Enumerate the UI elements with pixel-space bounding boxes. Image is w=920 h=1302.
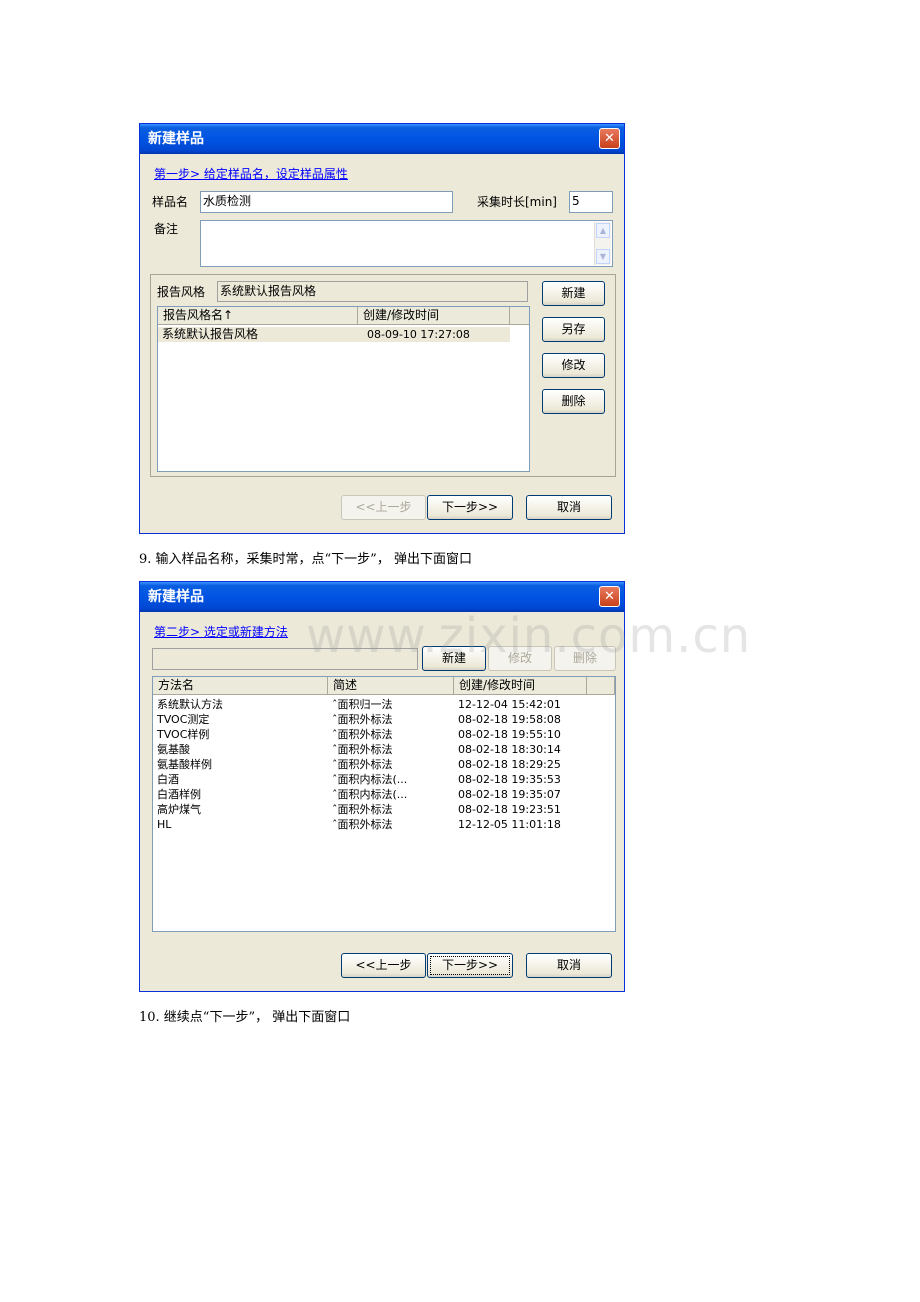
method-name-cell: 高炉煤气 xyxy=(157,803,201,816)
report-style-label: 报告风格 xyxy=(157,285,206,299)
description-cell: ˆ面积内标法(... xyxy=(332,773,408,786)
time-cell: 08-02-18 19:23:51 xyxy=(458,803,561,816)
method-list[interactable]: 方法名 简述 创建/修改时间 系统默认方法 ˆ面积归一法 12-12-04 15:4… xyxy=(152,676,616,932)
column-header-modified-time[interactable]: 创建/修改时间 xyxy=(358,307,510,325)
list-item[interactable]: 高炉煤气 ˆ面积外标法 08-02-18 19:23:51 xyxy=(153,802,587,817)
description-cell: ˆ面积外标法 xyxy=(332,743,393,756)
report-style-field: 系统默认报告风格 xyxy=(217,281,528,302)
cancel-button[interactable]: 取消 xyxy=(526,495,612,520)
method-name-cell: TVOC样例 xyxy=(157,728,210,741)
prev-step-button[interactable]: <<上一步 xyxy=(341,495,426,520)
list-item[interactable]: HL ˆ面积外标法 12-12-05 11:01:18 xyxy=(153,817,587,832)
step-one-link[interactable]: 第一步> 给定样品名，设定样品属性 xyxy=(154,165,348,182)
next-step-button[interactable]: 下一步>> xyxy=(427,495,513,520)
close-icon[interactable]: ✕ xyxy=(599,586,620,607)
dialog-title: 新建样品 xyxy=(148,589,204,605)
description-cell: ˆ面积外标法 xyxy=(332,728,393,741)
time-cell: 08-02-18 19:35:07 xyxy=(458,788,561,801)
list-item[interactable]: TVOC测定 ˆ面积外标法 08-02-18 19:58:08 xyxy=(153,712,587,727)
method-name-cell: 氨基酸 xyxy=(157,743,190,756)
next-step-button[interactable]: 下一步>> xyxy=(427,953,513,978)
caption-step-9: 9. 输入样品名称，采集时常，点“下一步”， 弹出下面窗口 xyxy=(139,552,472,567)
description-cell: ˆ面积外标法 xyxy=(332,758,393,771)
dialog-title: 新建样品 xyxy=(148,131,204,147)
time-cell: 08-02-18 19:58:08 xyxy=(458,713,561,726)
remark-scrollbar[interactable]: ▲ ▼ xyxy=(594,222,611,265)
remark-textarea[interactable]: ▲ ▼ xyxy=(200,220,613,267)
method-name-cell: TVOC测定 xyxy=(157,713,210,726)
method-name-cell: 白酒 xyxy=(157,773,179,786)
cancel-button[interactable]: 取消 xyxy=(526,953,612,978)
watermark: www.zixin.com.cn xyxy=(306,608,752,664)
column-header-filler xyxy=(510,307,529,325)
time-cell: 12-12-04 15:42:01 xyxy=(458,698,561,711)
list-item[interactable]: TVOC样例 ˆ面积外标法 08-02-18 19:55:10 xyxy=(153,727,587,742)
column-header-description[interactable]: 简述 xyxy=(328,677,454,695)
collect-time-input[interactable]: 5 xyxy=(569,191,613,213)
time-cell: 08-02-18 19:35:53 xyxy=(458,773,561,786)
list-item[interactable]: 系统默认报告风格 08-09-10 17:27:08 xyxy=(158,327,510,342)
time-cell: 08-09-10 17:27:08 xyxy=(367,328,470,341)
report-style-list-header: 报告风格名↑ 创建/修改时间 xyxy=(158,307,529,325)
save-as-style-button[interactable]: 另存 xyxy=(542,317,605,342)
style-name-cell: 系统默认报告风格 xyxy=(162,327,259,341)
column-header-style-name[interactable]: 报告风格名↑ xyxy=(158,307,358,325)
collect-time-label: 采集时长[min] xyxy=(477,195,557,209)
method-name-cell: 系统默认方法 xyxy=(157,698,223,711)
close-icon[interactable]: ✕ xyxy=(599,128,620,149)
time-cell: 12-12-05 11:01:18 xyxy=(458,818,561,831)
method-list-header: 方法名 简述 创建/修改时间 xyxy=(153,677,615,695)
sample-name-input[interactable]: 水质检测 xyxy=(200,191,453,213)
new-style-button[interactable]: 新建 xyxy=(542,281,605,306)
sample-name-label: 样品名 xyxy=(152,195,189,209)
time-cell: 08-02-18 19:55:10 xyxy=(458,728,561,741)
description-cell: ˆ面积内标法(... xyxy=(332,788,408,801)
method-name-cell: HL xyxy=(157,818,172,831)
list-item[interactable]: 氨基酸样例 ˆ面积外标法 08-02-18 18:29:25 xyxy=(153,757,587,772)
column-header-method-name[interactable]: 方法名 xyxy=(153,677,328,695)
delete-style-button[interactable]: 删除 xyxy=(542,389,605,414)
remark-label: 备注 xyxy=(154,222,179,236)
modify-style-button[interactable]: 修改 xyxy=(542,353,605,378)
list-item[interactable]: 氨基酸 ˆ面积外标法 08-02-18 18:30:14 xyxy=(153,742,587,757)
description-cell: ˆ面积外标法 xyxy=(332,713,393,726)
list-item[interactable]: 白酒样例 ˆ面积内标法(... 08-02-18 19:35:07 xyxy=(153,787,587,802)
new-sample-dialog-step1: 新建样品 ✕ 第一步> 给定样品名，设定样品属性 样品名 水质检测 采集时长[m… xyxy=(139,123,625,534)
column-header-modified-time[interactable]: 创建/修改时间 xyxy=(454,677,587,695)
description-cell: ˆ面积归一法 xyxy=(332,698,393,711)
step-two-link[interactable]: 第二步> 选定或新建方法 xyxy=(154,623,288,640)
description-cell: ˆ面积外标法 xyxy=(332,818,393,831)
time-cell: 08-02-18 18:29:25 xyxy=(458,758,561,771)
caption-step-10: 10. 继续点“下一步”， 弹出下面窗口 xyxy=(139,1010,351,1025)
scroll-down-icon[interactable]: ▼ xyxy=(596,249,610,264)
column-header-filler xyxy=(587,677,615,695)
method-name-cell: 氨基酸样例 xyxy=(157,758,212,771)
scroll-up-icon[interactable]: ▲ xyxy=(596,223,610,238)
report-style-list[interactable]: 报告风格名↑ 创建/修改时间 系统默认报告风格 08-09-10 17:27:0… xyxy=(157,306,530,472)
description-cell: ˆ面积外标法 xyxy=(332,803,393,816)
method-name-cell: 白酒样例 xyxy=(157,788,201,801)
time-cell: 08-02-18 18:30:14 xyxy=(458,743,561,756)
list-item[interactable]: 白酒 ˆ面积内标法(... 08-02-18 19:35:53 xyxy=(153,772,587,787)
list-item[interactable]: 系统默认方法 ˆ面积归一法 12-12-04 15:42:01 xyxy=(153,697,587,712)
dialog-title-bar: 新建样品 ✕ xyxy=(140,124,624,154)
prev-step-button[interactable]: <<上一步 xyxy=(341,953,426,978)
